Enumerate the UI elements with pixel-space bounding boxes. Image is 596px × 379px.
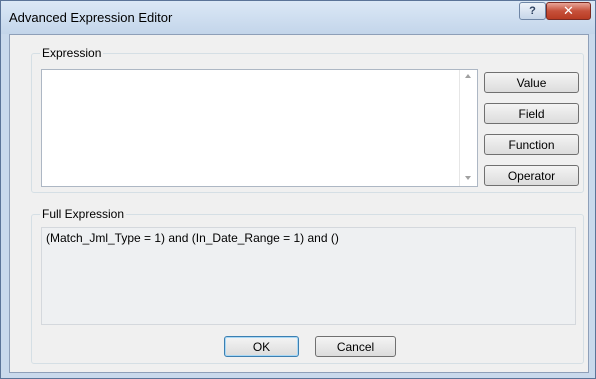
- expression-textarea[interactable]: [41, 69, 478, 187]
- scroll-up-arrow-icon[interactable]: [465, 74, 471, 78]
- scroll-down-arrow-icon[interactable]: [465, 176, 471, 180]
- question-mark-icon: ?: [529, 5, 536, 17]
- cancel-button[interactable]: Cancel: [315, 336, 396, 357]
- dialog-window: Advanced Expression Editor ? ✕ Expressio…: [0, 0, 596, 379]
- expression-scrollbar[interactable]: [459, 70, 477, 186]
- operator-button[interactable]: Operator: [484, 165, 579, 186]
- function-button[interactable]: Function: [484, 134, 579, 155]
- full-expression-text: (Match_Jml_Type = 1) and (In_Date_Range …: [46, 231, 339, 245]
- expression-caption: Expression: [40, 46, 104, 60]
- ok-button[interactable]: OK: [224, 336, 299, 357]
- full-expression-caption: Full Expression: [40, 207, 127, 221]
- close-icon: ✕: [563, 3, 574, 19]
- window-title: Advanced Expression Editor: [9, 10, 173, 25]
- close-button[interactable]: ✕: [546, 2, 591, 20]
- dialog-body: Expression Value Field Function Operator…: [9, 34, 589, 373]
- value-button[interactable]: Value: [484, 72, 579, 93]
- full-expression-display: (Match_Jml_Type = 1) and (In_Date_Range …: [41, 227, 576, 325]
- title-bar[interactable]: Advanced Expression Editor ? ✕: [1, 1, 595, 34]
- field-button[interactable]: Field: [484, 103, 579, 124]
- help-button[interactable]: ?: [519, 2, 546, 20]
